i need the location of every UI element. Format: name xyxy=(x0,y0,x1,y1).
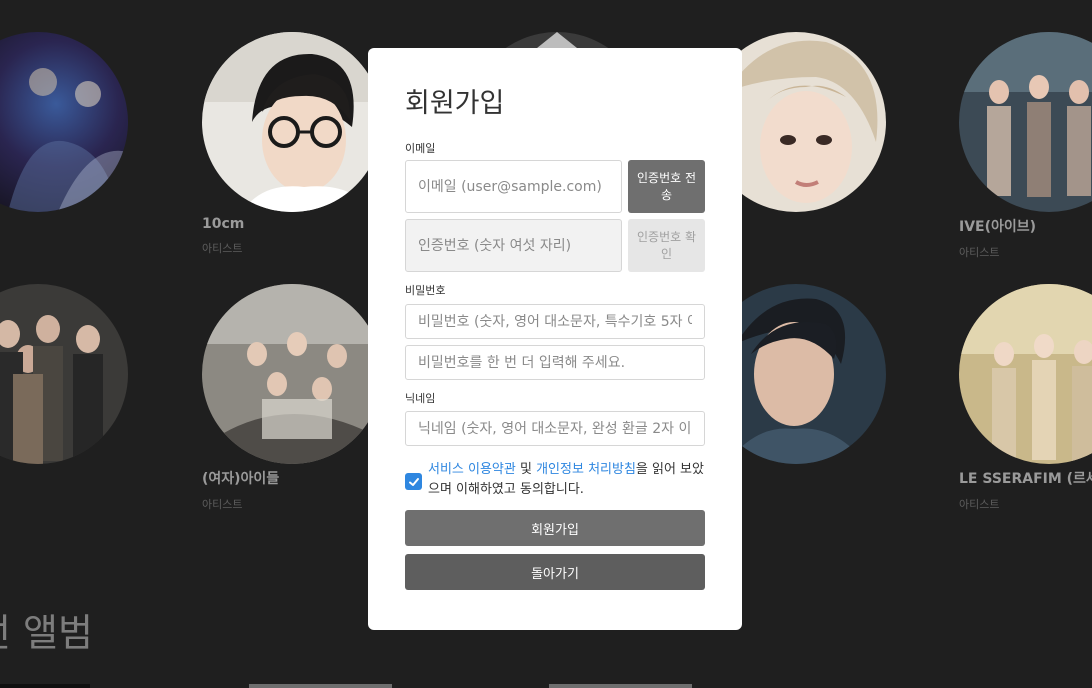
agree-checkbox[interactable] xyxy=(405,473,422,490)
code-input[interactable] xyxy=(405,219,622,272)
nickname-input[interactable] xyxy=(405,411,705,446)
artist-card[interactable] xyxy=(0,284,128,464)
artist-card[interactable]: LE SSERAFIM (르세라 아티스트 xyxy=(959,284,1092,512)
artist-card[interactable]: ans xyxy=(0,32,128,232)
send-code-button[interactable]: 인증번호 전송 xyxy=(628,160,705,213)
artist-avatar xyxy=(959,284,1092,464)
album-thumb[interactable] xyxy=(0,684,90,688)
artist-role: 아티스트 xyxy=(959,498,1000,511)
artist-role: 아티스트 xyxy=(202,498,243,511)
agreement-row: 서비스 이용약관 및 개인정보 처리방침을 읽어 보았으며 이해하였고 동의합니… xyxy=(405,460,705,500)
check-icon xyxy=(408,477,419,486)
email-input[interactable] xyxy=(405,160,622,213)
page-backdrop: ans 10cm 아티스트 xyxy=(0,0,1092,688)
artist-name: (여자)아이들 xyxy=(202,471,280,487)
artist-name: 10cm xyxy=(202,216,245,232)
artist-avatar xyxy=(0,32,128,212)
album-thumb[interactable] xyxy=(249,684,392,688)
artist-card[interactable]: (여자)아이들 아티스트 xyxy=(202,284,382,512)
artist-card[interactable]: IVE(아이브) 아티스트 xyxy=(959,32,1092,260)
password-input[interactable] xyxy=(405,304,705,339)
nickname-label: 닉네임 xyxy=(405,392,436,405)
artist-avatar xyxy=(202,32,382,212)
artist-avatar xyxy=(959,32,1092,212)
artist-card[interactable]: 10cm 아티스트 xyxy=(202,32,382,256)
artist-name: ans xyxy=(0,216,128,232)
album-thumb[interactable] xyxy=(549,684,692,688)
back-button[interactable]: 돌아가기 xyxy=(405,554,705,590)
section-title: 런 앨범 xyxy=(0,611,93,655)
artist-avatar xyxy=(0,284,128,464)
artist-role: 아티스트 xyxy=(202,242,243,255)
password-confirm-input[interactable] xyxy=(405,345,705,380)
signup-modal: 회원가입 이메일 인증번호 전송 인증번호 확인 비밀번호 닉네임 서비스 이용… xyxy=(368,48,742,630)
agreement-text: 서비스 이용약관 및 개인정보 처리방침을 읽어 보았으며 이해하였고 동의합니… xyxy=(428,460,705,500)
privacy-link[interactable]: 개인정보 처리방침 xyxy=(536,462,636,477)
artist-role: 아티스트 xyxy=(959,246,1000,259)
agreement-and: 및 xyxy=(515,462,537,477)
password-label: 비밀번호 xyxy=(405,284,446,297)
code-row: 인증번호 확인 xyxy=(405,219,705,272)
artist-name: IVE(아이브) xyxy=(959,219,1037,235)
artist-name: LE SSERAFIM (르세라 xyxy=(959,471,1092,487)
artist-avatar xyxy=(202,284,382,464)
modal-title: 회원가입 xyxy=(405,88,505,119)
signup-button[interactable]: 회원가입 xyxy=(405,510,705,546)
email-label: 이메일 xyxy=(405,142,436,155)
email-row: 인증번호 전송 xyxy=(405,160,705,213)
verify-code-button[interactable]: 인증번호 확인 xyxy=(628,219,705,272)
terms-link[interactable]: 서비스 이용약관 xyxy=(428,462,516,477)
